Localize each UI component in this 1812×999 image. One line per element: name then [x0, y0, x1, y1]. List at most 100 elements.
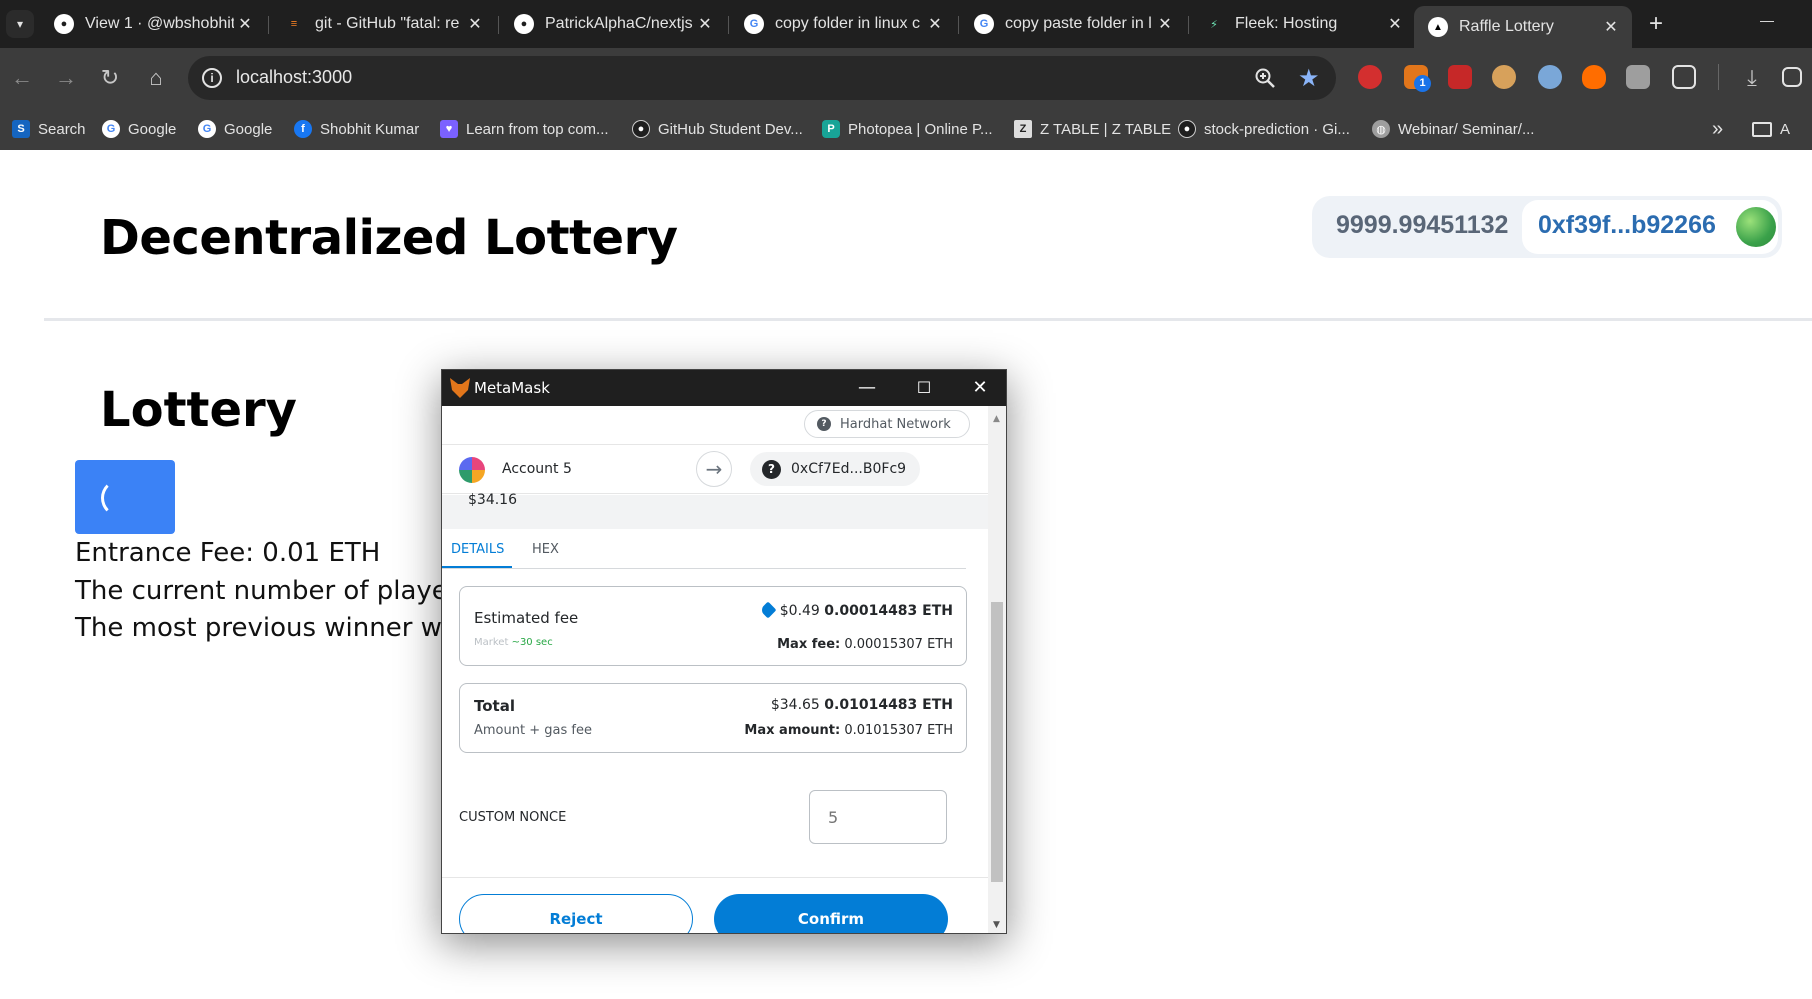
photopea-icon: P	[822, 120, 840, 138]
browser-tab[interactable]: ⚡ Fleek: Hosting ✕	[1190, 6, 1416, 42]
bookmark-item[interactable]: S Search	[12, 118, 86, 140]
browser-tab[interactable]: ● View 1 · @wbshobhit ✕	[40, 6, 266, 42]
github-icon: ●	[632, 120, 650, 138]
browser-tab[interactable]: ● PatrickAlphaC/nextjs ✕	[500, 6, 726, 42]
close-tab-icon[interactable]: ✕	[1154, 14, 1176, 34]
custom-nonce-input[interactable]	[809, 790, 947, 844]
search-icon: S	[12, 120, 30, 138]
account-name[interactable]: Account 5	[502, 461, 572, 477]
cube-extension-icon[interactable]	[1626, 65, 1650, 89]
extension-badge: 1	[1414, 75, 1431, 92]
minimize-window-icon[interactable]: —	[1760, 12, 1784, 32]
back-icon[interactable]: ←	[8, 64, 36, 92]
wallet-balance: 9999.99451132	[1336, 211, 1509, 239]
new-tab-button[interactable]: +	[1642, 10, 1670, 38]
forward-icon[interactable]: →	[52, 64, 80, 92]
reload-icon[interactable]: ↻	[96, 64, 124, 92]
browser-tab[interactable]: G copy folder in linux c ✕	[730, 6, 956, 42]
bookmark-item[interactable]: G Google	[198, 118, 272, 140]
adblock-extension-icon[interactable]	[1358, 65, 1382, 89]
bookmark-item[interactable]: P Photopea | Online P...	[822, 118, 993, 140]
google-icon: G	[102, 120, 120, 138]
circle-extension-icon[interactable]	[1538, 65, 1562, 89]
zoom-icon[interactable]	[1253, 66, 1277, 90]
minimize-icon[interactable]: —	[853, 374, 881, 402]
lottery-heading: Lottery	[100, 382, 297, 438]
bookmark-item[interactable]: f Shobhit Kumar	[294, 118, 419, 140]
bookmark-item[interactable]: ♥ Learn from top com...	[440, 118, 609, 140]
bookmark-item[interactable]: G Google	[102, 118, 176, 140]
bookmark-item[interactable]: Z Z TABLE | Z TABLE	[1014, 118, 1171, 140]
stackoverflow-icon: ≡	[290, 18, 298, 30]
metamask-scrollbar[interactable]: ▲ ▼	[988, 406, 1006, 933]
close-tab-icon[interactable]: ✕	[464, 14, 486, 34]
url-text[interactable]: localhost:3000	[236, 67, 352, 88]
bookmark-item[interactable]: ◍ Webinar/ Seminar/...	[1372, 118, 1534, 140]
home-icon[interactable]: ⌂	[142, 64, 170, 92]
scroll-up-icon[interactable]: ▲	[993, 414, 1000, 424]
amount-band: $34.16	[442, 492, 988, 529]
account-chip[interactable]: 0xf39f...b92266	[1522, 200, 1778, 254]
z-table-icon: Z	[1014, 120, 1032, 138]
side-panel-icon[interactable]	[1782, 67, 1802, 87]
bookmarks-bar: S Search G Google G Google f Shobhit Kum…	[0, 108, 1812, 150]
browser-tab-active[interactable]: ▲ Raffle Lottery ✕	[1414, 6, 1632, 48]
bookmark-item[interactable]: ● GitHub Student Dev...	[632, 118, 803, 140]
globe-icon: ◍	[1372, 120, 1390, 138]
cookie-extension-icon[interactable]	[1492, 65, 1516, 89]
close-tab-icon[interactable]: ✕	[234, 14, 256, 34]
maximize-icon[interactable]: ☐	[910, 374, 938, 402]
google-icon: G	[744, 14, 764, 34]
network-selector[interactable]: ? Hardhat Network	[804, 410, 970, 438]
metamask-window-title: MetaMask	[474, 379, 550, 397]
account-avatar	[459, 457, 485, 483]
fire-extension-icon[interactable]	[1582, 65, 1606, 89]
enter-raffle-button[interactable]	[75, 460, 175, 534]
browser-tab[interactable]: G copy paste folder in l ✕	[960, 6, 1186, 42]
metamask-body: ? Hardhat Network Account 5 → ? 0xCf7Ed.…	[442, 406, 988, 933]
amount-usd: $34.16	[468, 492, 517, 508]
confirm-button[interactable]: Confirm	[714, 894, 948, 933]
download-icon[interactable]: ⤓	[1738, 64, 1766, 92]
estimated-fee-value[interactable]: $0.49 0.00014483 ETH	[759, 601, 953, 619]
close-tab-icon[interactable]: ✕	[694, 14, 716, 34]
google-icon: G	[198, 120, 216, 138]
site-info-icon[interactable]: i	[202, 68, 222, 88]
network-name: Hardhat Network	[840, 416, 951, 432]
reject-button[interactable]: Reject	[459, 894, 693, 933]
recipient-chip[interactable]: ? 0xCf7Ed...B0Fc9	[750, 452, 920, 486]
close-tab-icon[interactable]: ✕	[1600, 17, 1622, 37]
metamask-popup: MetaMask — ☐ ✕ ? Hardhat Network Account…	[441, 369, 1007, 934]
folder-icon	[1752, 121, 1772, 137]
address-bar[interactable]: i localhost:3000 ★	[188, 56, 1336, 100]
close-icon[interactable]: ✕	[966, 374, 994, 402]
bookmark-star-icon[interactable]: ★	[1298, 64, 1320, 93]
total-card: Total Amount + gas fee $34.65 0.01014483…	[459, 683, 967, 753]
loading-spinner-icon	[101, 479, 139, 517]
tab-search-menu-icon[interactable]: ▾	[6, 10, 34, 38]
metamask-fox-icon	[450, 378, 470, 398]
sender-recipient-row: Account 5 → ? 0xCf7Ed...B0Fc9	[442, 444, 988, 494]
bookmarks-overflow-button[interactable]: »	[1712, 118, 1723, 140]
close-tab-icon[interactable]: ✕	[924, 14, 946, 34]
bookmark-item[interactable]: ● stock-prediction · Gi...	[1178, 118, 1350, 140]
wallet-connect-button[interactable]: 9999.99451132 0xf39f...b92266	[1312, 196, 1782, 258]
github-icon: ●	[514, 14, 534, 34]
scrollbar-thumb[interactable]	[991, 602, 1003, 882]
edit-gas-icon[interactable]	[759, 601, 777, 619]
scroll-down-icon[interactable]: ▼	[993, 920, 1000, 930]
metamask-extension-icon[interactable]: 1	[1404, 65, 1431, 92]
estimated-fee-label: Estimated fee	[474, 609, 579, 627]
close-tab-icon[interactable]: ✕	[1384, 14, 1406, 34]
bookmark-folder[interactable]: A	[1752, 118, 1790, 140]
facebook-icon: f	[294, 120, 312, 138]
extensions-puzzle-icon[interactable]	[1672, 65, 1696, 89]
recorder-extension-icon[interactable]	[1448, 65, 1472, 89]
browser-tab[interactable]: ≡ git - GitHub "fatal: re ✕	[270, 6, 496, 42]
heart-icon: ♥	[440, 120, 458, 138]
tab-hex[interactable]: HEX	[532, 542, 559, 557]
total-value: $34.65 0.01014483 ETH	[770, 697, 953, 713]
tab-details[interactable]: DETAILS	[451, 542, 504, 557]
fleek-icon: ⚡	[1210, 18, 1218, 31]
estimated-fee-card: Estimated fee Market ~30 sec $0.49 0.000…	[459, 586, 967, 666]
